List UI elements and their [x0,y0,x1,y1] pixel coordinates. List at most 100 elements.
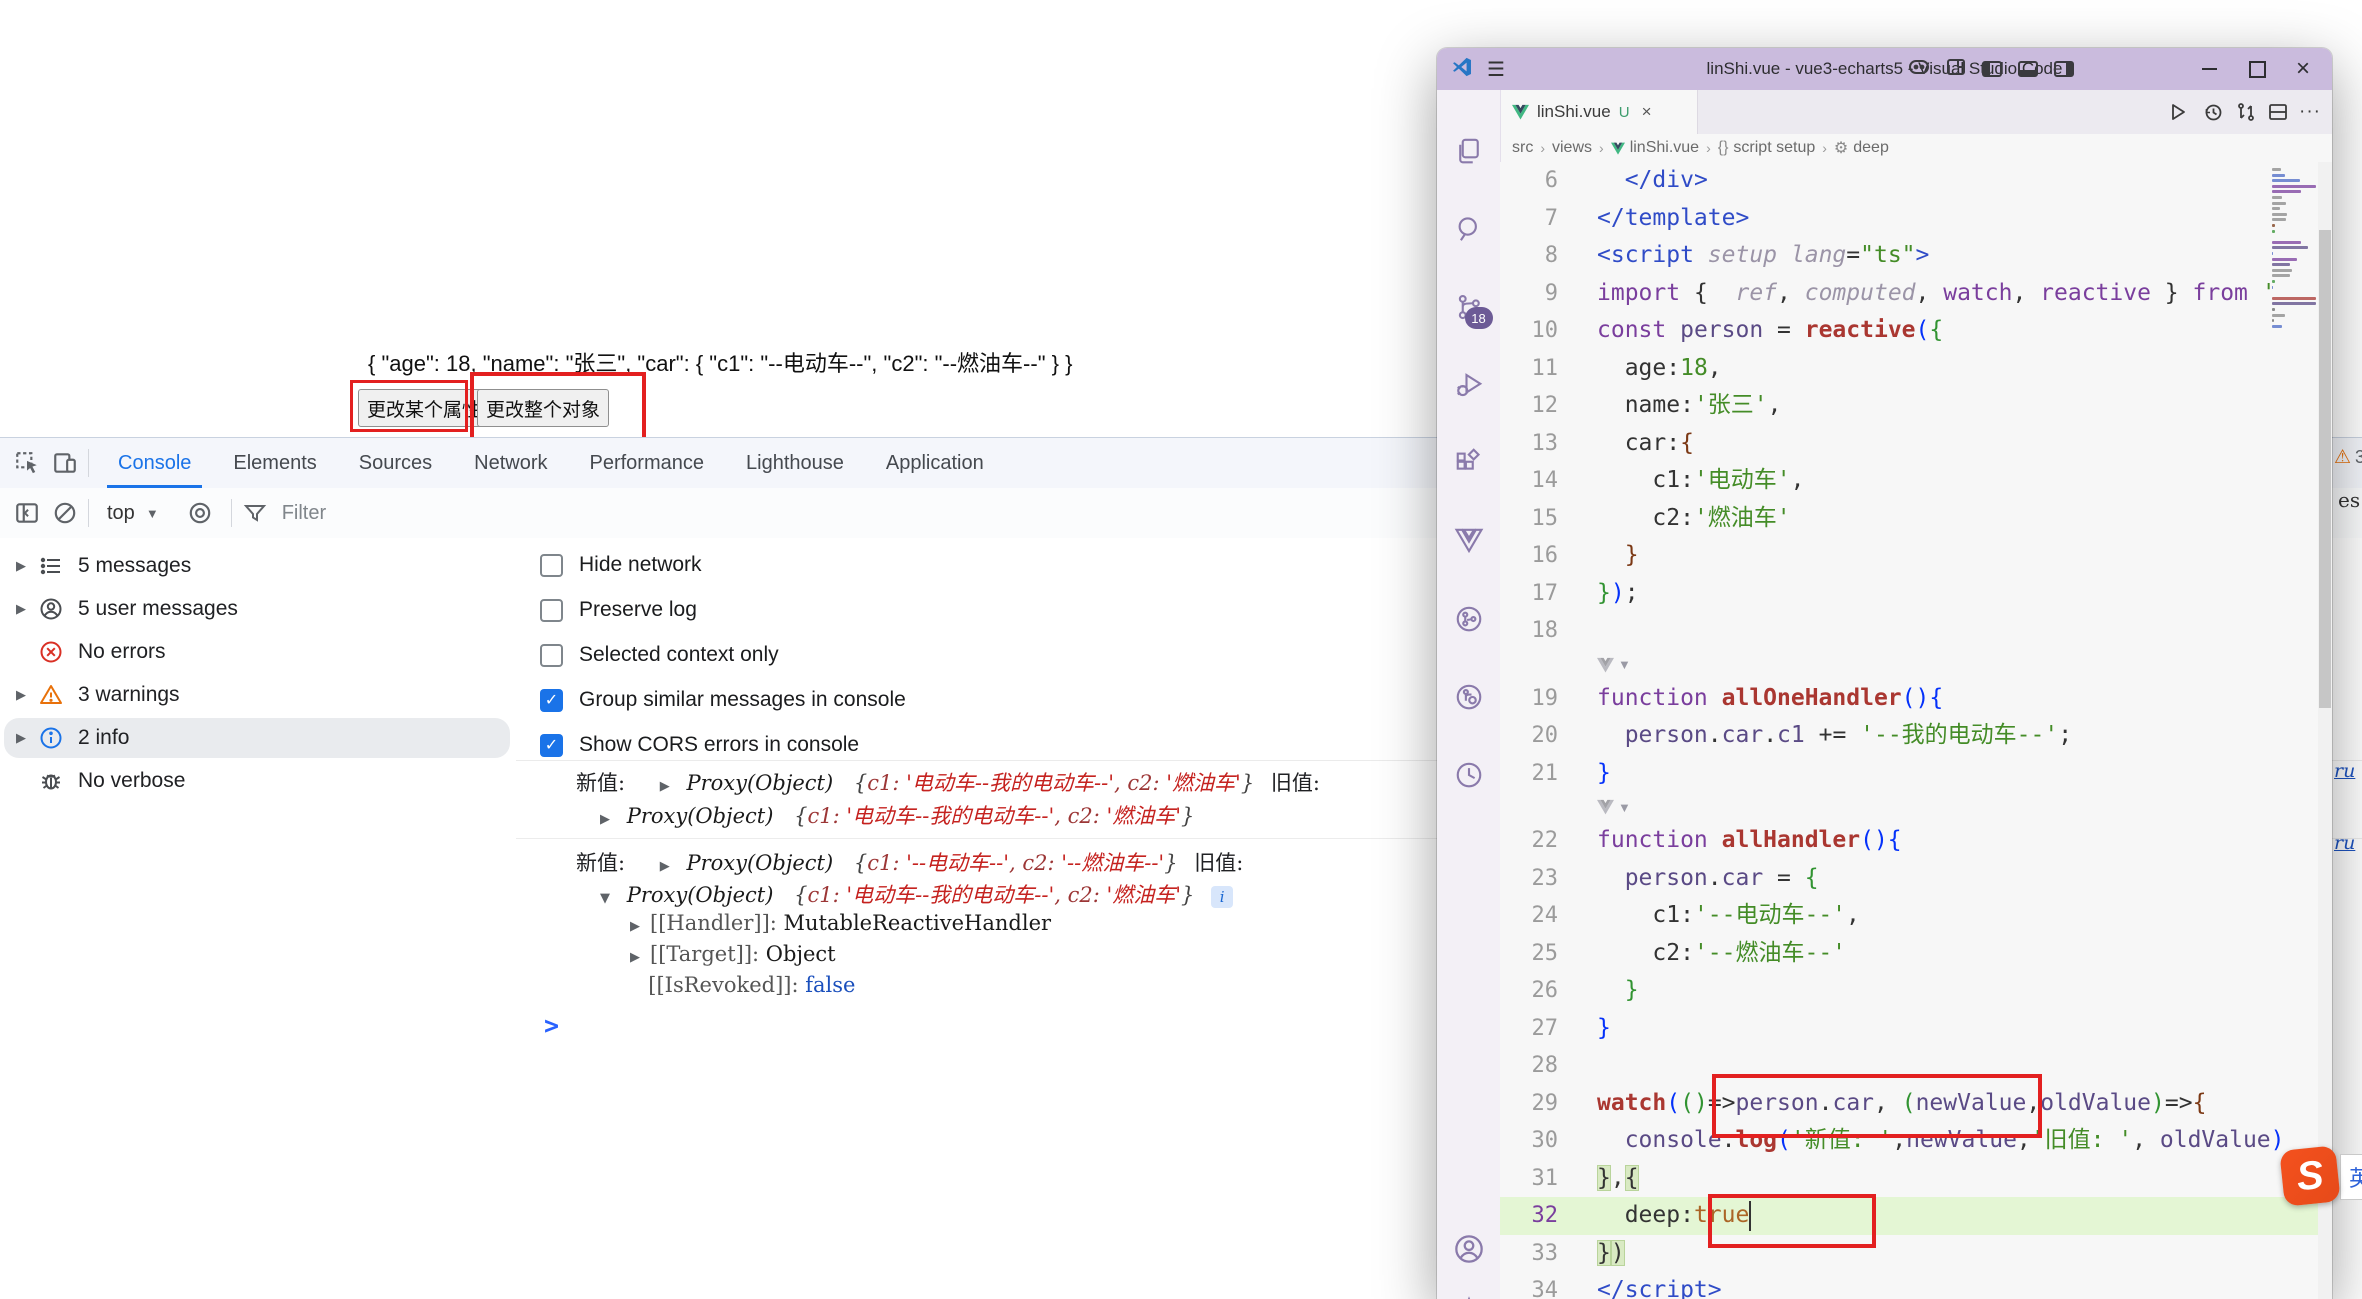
devtools-tab-network[interactable]: Network [453,438,568,488]
timeline-clock-icon[interactable] [1452,758,1486,792]
code-line-22[interactable]: 22function allHandler(){ [1500,822,2332,860]
filter-input[interactable]: Filter [282,502,326,525]
checkbox-selected-context-only[interactable]: Selected context only [540,640,779,670]
console-sidebar-item-5-user-messages[interactable]: ▶5 user messages [4,589,510,629]
source-link-fragment[interactable]: ru [2334,760,2355,782]
explorer-icon[interactable] [1452,134,1486,168]
code-line-27[interactable]: 27} [1500,1010,2332,1048]
vscode-titlebar[interactable]: ☰ linShi.vue - vue3-echarts5 - Visual St… [1437,48,2332,90]
extensions-icon[interactable] [1452,446,1486,480]
open-changes-icon[interactable] [2230,96,2262,128]
split-editor-icon[interactable] [2262,96,2294,128]
devtools-tab-elements[interactable]: Elements [212,438,337,488]
code-line-32[interactable]: 32 deep:true [1500,1197,2332,1235]
timeline-icon[interactable] [2197,96,2229,128]
editor-scrollbar[interactable] [2318,162,2332,1299]
code-line-18[interactable]: 18 [1500,612,2332,650]
code-line-26[interactable]: 26 } [1500,972,2332,1010]
code-line-34[interactable]: 34</script> [1500,1272,2332,1299]
code-line-12[interactable]: 12 name:'张三', [1500,387,2332,425]
checkbox-unchecked-icon[interactable] [540,644,563,667]
code-line-19[interactable]: 19function allOneHandler(){ [1500,680,2332,718]
toggle-panel-icon[interactable] [2018,61,2038,77]
run-file-icon[interactable] [2162,96,2194,128]
code-line-24[interactable]: 24 c1:'--电动车--', [1500,897,2332,935]
customize-layout-icon[interactable] [1946,58,1966,81]
code-line-7[interactable]: 7</template> [1500,200,2332,238]
minimap[interactable] [2270,162,2318,462]
close-button[interactable]: × [2280,48,2326,90]
expand-caret-icon[interactable]: ▶ [600,812,610,827]
code-editor[interactable]: 6 </div>7</template>8<script setup lang=… [1500,162,2332,1299]
breadcrumb-script-setup[interactable]: script setup [1733,139,1815,157]
console-sidebar-item-3-warnings[interactable]: ▶3 warnings [4,675,510,715]
project-manager-icon[interactable] [1452,602,1486,636]
warning-count-chip[interactable]: ⚠3 [2334,446,2362,469]
code-line-8[interactable]: 8<script setup lang="ts"> [1500,237,2332,275]
collapse-caret-icon[interactable]: ▼ [600,891,610,906]
disclosure-caret-icon[interactable]: ▶ [4,687,38,703]
disclosure-caret-icon[interactable]: ▶ [4,558,38,574]
code-line-6[interactable]: 6 </div> [1500,162,2332,200]
context-selector[interactable]: top [107,502,135,525]
code-line-16[interactable]: 16 } [1500,537,2332,575]
minimize-button[interactable] [2186,48,2232,90]
checkbox-preserve-log[interactable]: Preserve log [540,595,697,625]
devtools-tab-application[interactable]: Application [865,438,1005,488]
breadcrumb-views[interactable]: views [1552,139,1592,157]
breadcrumb[interactable]: src› views› linShi.vue› {} script setup›… [1500,134,2332,162]
expand-caret-icon[interactable]: ▶ [660,779,670,794]
devtools-tab-performance[interactable]: Performance [569,438,726,488]
copilot-icon[interactable] [1908,58,1930,81]
console-sidebar-item-2-info[interactable]: ▶2 info [4,718,510,758]
code-line-17[interactable]: 17}); [1500,575,2332,613]
scrollbar-thumb[interactable] [2319,230,2331,708]
code-line-20[interactable]: 20 person.car.c1 += '--我的电动车--'; [1500,717,2332,755]
git-graph-icon[interactable] [1452,680,1486,714]
console-sidebar-toggle-icon[interactable] [12,498,42,528]
more-actions-icon[interactable]: ··· [2294,96,2326,128]
expand-caret-icon[interactable]: ▶ [630,950,640,965]
account-icon[interactable] [1452,1232,1486,1266]
source-link-fragment[interactable]: ru [2334,832,2355,854]
breadcrumb-file[interactable]: linShi.vue [1630,139,1699,157]
devtools-tab-console[interactable]: Console [97,438,212,488]
devtools-tab-sources[interactable]: Sources [338,438,453,488]
code-line-15[interactable]: 15 c2:'燃油车' [1500,500,2332,538]
checkbox-group-similar-messages-in-console[interactable]: ✓Group similar messages in console [540,685,906,715]
code-line-21[interactable]: 21} [1500,755,2332,793]
breadcrumb-src[interactable]: src [1512,139,1533,157]
checkbox-unchecked-icon[interactable] [540,599,563,622]
disclosure-caret-icon[interactable]: ▶ [4,601,38,617]
code-line-14[interactable]: 14 c1:'电动车', [1500,462,2332,500]
console-sidebar-item-no-errors[interactable]: No errors [4,632,510,672]
toggle-sidebar-icon[interactable] [1982,61,2002,77]
checkbox-checked-icon[interactable]: ✓ [540,734,563,757]
code-line-13[interactable]: 13 car:{ [1500,425,2332,463]
vue-codelens-icon[interactable]: ▼ [1597,792,1631,822]
breadcrumb-deep[interactable]: deep [1853,139,1889,157]
devtools-tab-lighthouse[interactable]: Lighthouse [725,438,865,488]
search-icon[interactable] [1452,212,1486,246]
vue-extension-icon[interactable] [1452,524,1486,558]
maximize-button[interactable] [2234,48,2280,90]
expand-caret-icon[interactable]: ▶ [630,919,640,934]
checkbox-unchecked-icon[interactable] [540,554,563,577]
live-expression-icon[interactable] [185,498,215,528]
console-sidebar-item-no-verbose[interactable]: No verbose [4,761,510,801]
console-prompt[interactable]: > [544,1011,559,1040]
tab-linshi-vue[interactable]: linShi.vue U × [1500,90,1698,134]
console-sidebar-item-5-messages[interactable]: ▶5 messages [4,546,510,586]
info-badge[interactable]: i [1211,886,1233,908]
sogou-icon[interactable]: S [2279,1145,2341,1207]
code-line-25[interactable]: 25 c2:'--燃油车--' [1500,935,2332,973]
expand-caret-icon[interactable]: ▶ [660,859,670,874]
code-line-31[interactable]: 31},{ [1500,1160,2332,1198]
checkbox-hide-network[interactable]: Hide network [540,550,702,580]
close-tab-icon[interactable]: × [1642,102,1652,122]
code-line-9[interactable]: 9import { ref, computed, watch, reactive… [1500,275,2332,313]
code-line-23[interactable]: 23 person.car = { [1500,860,2332,898]
inspect-icon[interactable] [12,448,42,478]
code-line-11[interactable]: 11 age:18, [1500,350,2332,388]
run-debug-icon[interactable] [1452,368,1486,402]
